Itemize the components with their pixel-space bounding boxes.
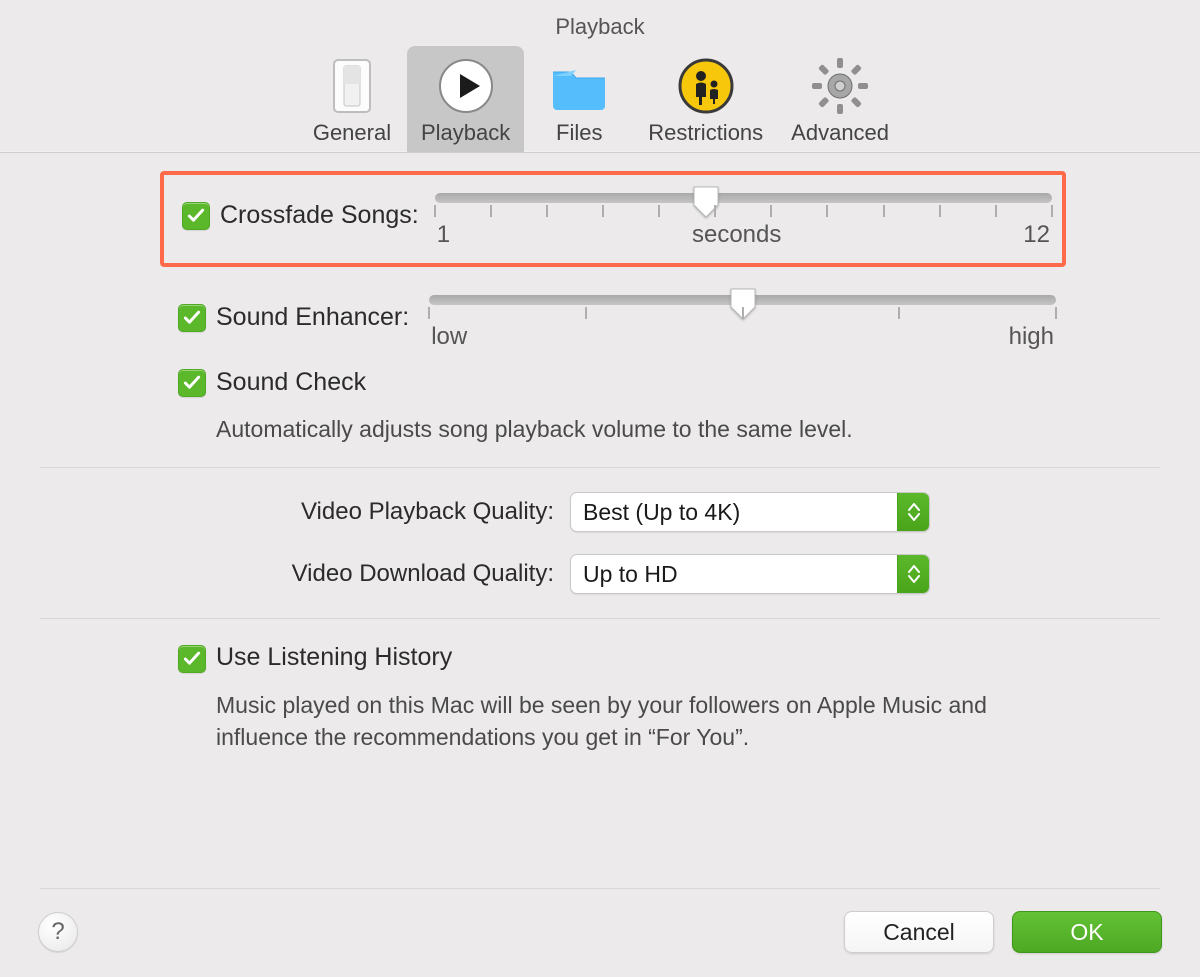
window-title: Playback — [0, 0, 1200, 40]
video-download-label: Video Download Quality: — [100, 560, 554, 588]
tab-playback-label: Playback — [421, 120, 510, 146]
folder-icon — [547, 54, 611, 118]
crossfade-label: Crossfade Songs: — [220, 201, 419, 230]
footer: ? Cancel OK — [0, 911, 1200, 953]
history-desc: Music played on this Mac will be seen by… — [216, 689, 1060, 767]
enhancer-ticks — [429, 307, 1056, 323]
history-label: Use Listening History — [216, 643, 452, 672]
crossfade-slider[interactable] — [435, 193, 1052, 203]
tab-general[interactable]: General — [297, 46, 407, 152]
parental-icon — [674, 54, 738, 118]
preferences-toolbar: General Playback Files — [0, 46, 1200, 153]
tab-restrictions-label: Restrictions — [648, 120, 763, 146]
crossfade-min-label: 1 — [437, 221, 450, 249]
stepper-icon — [897, 493, 929, 531]
tab-general-label: General — [313, 120, 391, 146]
switch-icon — [320, 54, 384, 118]
tab-files-label: Files — [556, 120, 602, 146]
crossfade-max-label: 12 — [1023, 221, 1050, 249]
content-area: Crossfade Songs: 1 seconds — [0, 153, 1200, 792]
stepper-icon — [897, 555, 929, 593]
soundcheck-desc: Automatically adjusts song playback volu… — [216, 413, 1056, 467]
video-settings: Video Playback Quality: Best (Up to 4K) … — [40, 468, 1160, 618]
video-download-value: Up to HD — [571, 555, 897, 593]
crossfade-highlight: Crossfade Songs: 1 seconds — [160, 171, 1066, 267]
tab-playback[interactable]: Playback — [407, 46, 524, 152]
enhancer-max-label: high — [1009, 323, 1054, 351]
enhancer-label: Sound Enhancer: — [216, 303, 409, 332]
enhancer-min-label: low — [431, 323, 467, 351]
tab-advanced-label: Advanced — [791, 120, 889, 146]
play-icon — [434, 54, 498, 118]
tab-advanced[interactable]: Advanced — [777, 46, 903, 152]
crossfade-ticks — [435, 205, 1052, 221]
video-playback-value: Best (Up to 4K) — [571, 493, 897, 531]
ok-button[interactable]: OK — [1012, 911, 1162, 953]
video-playback-select[interactable]: Best (Up to 4K) — [570, 492, 930, 532]
gear-icon — [808, 54, 872, 118]
tab-restrictions[interactable]: Restrictions — [634, 46, 777, 152]
tab-files[interactable]: Files — [524, 46, 634, 152]
divider — [40, 888, 1160, 889]
enhancer-slider[interactable] — [429, 295, 1056, 305]
crossfade-center-label: seconds — [450, 221, 1023, 249]
video-playback-label: Video Playback Quality: — [100, 498, 554, 526]
history-checkbox[interactable] — [178, 645, 206, 673]
help-button[interactable]: ? — [38, 912, 78, 952]
soundcheck-checkbox[interactable] — [178, 369, 206, 397]
enhancer-checkbox[interactable] — [178, 304, 206, 332]
soundcheck-label: Sound Check — [216, 368, 366, 397]
video-download-select[interactable]: Up to HD — [570, 554, 930, 594]
cancel-button[interactable]: Cancel — [844, 911, 994, 953]
crossfade-checkbox[interactable] — [182, 202, 210, 230]
